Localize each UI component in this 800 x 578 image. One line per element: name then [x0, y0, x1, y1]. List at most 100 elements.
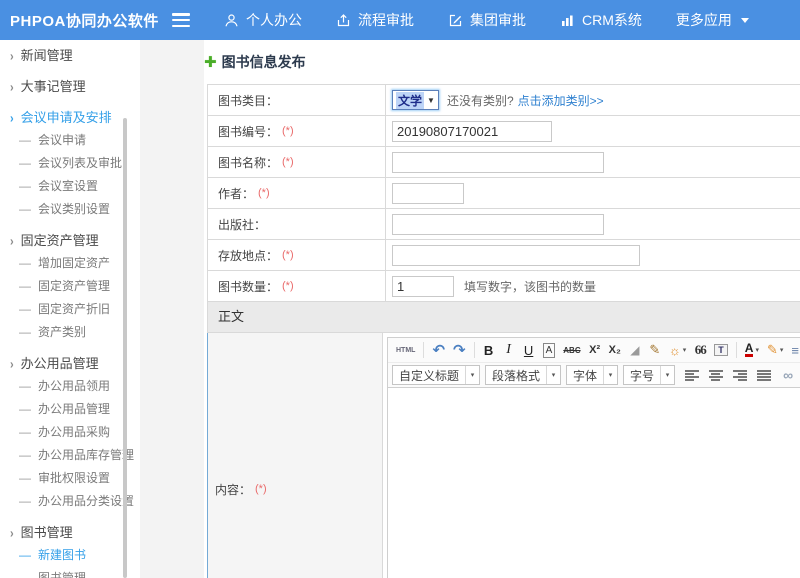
bold-button[interactable]: B	[480, 340, 498, 360]
sidebar-item[interactable]: —办公用品采购	[0, 421, 140, 444]
sidebar-group-label: 会议申请及安排	[21, 110, 112, 125]
category-select[interactable]: 文学▼	[392, 90, 439, 110]
location-input[interactable]	[392, 245, 640, 266]
redo-button[interactable]: ↷	[450, 340, 469, 360]
sidebar-item[interactable]: —增加固定资产	[0, 252, 140, 275]
nav-crm-system[interactable]: CRM系统	[560, 10, 642, 30]
sidebar-item[interactable]: —办公用品分类设置	[0, 490, 140, 513]
fill-color-button[interactable]: ☼▾	[666, 340, 689, 360]
sidebar-item[interactable]: —办公用品领用	[0, 375, 140, 398]
selected-option: 文学	[396, 92, 424, 109]
sidebar-item[interactable]: —审批权限设置	[0, 467, 140, 490]
dash-icon: —	[19, 571, 31, 578]
align-justify-button[interactable]	[754, 365, 774, 385]
sidebar-item[interactable]: —资产类别	[0, 321, 140, 344]
format-painter-button[interactable]: ✎	[646, 340, 664, 360]
sidebar-group-item[interactable]: ›大事记管理	[0, 75, 140, 98]
field-label: 作者：	[218, 185, 254, 202]
publisher-input[interactable]	[392, 214, 604, 235]
topbar-nav: 个人办公 流程审批 集团审批 CRM系统 更多应用	[224, 10, 749, 30]
italic-button[interactable]: I	[500, 340, 518, 360]
nav-more-apps[interactable]: 更多应用	[676, 10, 749, 30]
hilite-color-button[interactable]: ✎▾	[764, 340, 786, 360]
sidebar-item[interactable]: — 会议室设置	[0, 175, 140, 198]
custom-title-select[interactable]: 自定义标题▾	[392, 365, 480, 385]
hamburger-menu-icon[interactable]	[172, 13, 190, 27]
align-right-button[interactable]	[730, 365, 750, 385]
sidebar-group-item[interactable]: ›办公用品管理	[0, 352, 140, 375]
sidebar-item[interactable]: —会议列表及审批	[0, 152, 140, 175]
sidebar-group-item[interactable]: ›会议申请及安排	[0, 106, 140, 129]
sidebar-item[interactable]: —办公用品库存管理	[0, 444, 140, 467]
add-category-link[interactable]: 点击添加类别>>	[518, 92, 604, 109]
font-style-button[interactable]: A	[540, 340, 559, 360]
paste-plain-button[interactable]: T	[711, 340, 731, 360]
nav-personal-office[interactable]: 个人办公	[224, 10, 302, 30]
sidebar-scrollbar[interactable]	[123, 118, 127, 578]
sidebar-group-item[interactable]: ›图书管理	[0, 521, 140, 544]
font-size-select[interactable]: 字号▾	[623, 365, 675, 385]
quantity-input[interactable]	[392, 276, 454, 297]
content-label-cell: 内容： (*)	[208, 333, 383, 578]
toolbar-separator	[423, 342, 424, 358]
field-control-cell	[386, 178, 800, 208]
align-left-button[interactable]	[682, 365, 702, 385]
subscript-button[interactable]: X₂	[606, 340, 624, 360]
form-row: 图书编号：(*)	[208, 116, 800, 147]
edit-square-icon	[448, 13, 463, 28]
sidebar-item-label: 会议室设置	[38, 179, 98, 193]
superscript-button[interactable]: X²	[586, 340, 604, 360]
strikethrough-button[interactable]: ABC	[560, 340, 583, 360]
remove-format-icon: ◢	[630, 343, 639, 357]
sidebar-group-label: 新闻管理	[21, 48, 73, 63]
author-input[interactable]	[392, 183, 464, 204]
required-marker: (*)	[282, 125, 294, 137]
caret-down-icon: ▾	[683, 346, 687, 354]
sidebar-group-item[interactable]: ›新闻管理	[0, 44, 140, 67]
dash-icon: —	[19, 379, 31, 393]
hilite-color-icon: ✎	[767, 342, 778, 358]
underline-button[interactable]: U	[520, 340, 538, 360]
sidebar-item[interactable]: —固定资产折旧	[0, 298, 140, 321]
sidebar-item[interactable]: —固定资产管理	[0, 275, 140, 298]
font-color-button[interactable]: A▾	[742, 340, 762, 360]
sidebar-item[interactable]: —会议申请	[0, 129, 140, 152]
caret-down-icon: ▾	[603, 366, 617, 384]
flow-icon	[336, 13, 351, 28]
link-button[interactable]: ∞	[778, 365, 798, 385]
ordered-list-button[interactable]: ≡▾	[788, 340, 800, 360]
sidebar-item[interactable]: —图书管理	[0, 567, 140, 578]
align-center-button[interactable]	[706, 365, 726, 385]
paragraph-format-select[interactable]: 段落格式▾	[485, 365, 561, 385]
dash-icon: —	[19, 179, 31, 193]
field-label-cell: 作者：(*)	[208, 178, 386, 208]
content-panel: ✚ 图书信息发布 图书类目：文学▼还没有类别?点击添加类别>>图书编号：(*)图…	[204, 40, 800, 578]
required-marker: (*)	[282, 280, 294, 292]
chevron-right-icon: ›	[10, 229, 14, 257]
book-no-input[interactable]	[392, 121, 552, 142]
sidebar-item-label: 增加固定资产	[38, 256, 110, 270]
nav-label: 更多应用	[676, 10, 732, 30]
field-control-cell	[386, 209, 800, 239]
blockquote-button[interactable]: 66	[691, 340, 709, 360]
remove-format-button[interactable]: ◢	[626, 340, 644, 360]
font-family-select[interactable]: 字体▾	[566, 365, 618, 385]
source-code-button[interactable]: HTML	[393, 340, 418, 360]
sidebar: ›新闻管理›大事记管理›会议申请及安排—会议申请—会议列表及审批—会议室设置—会…	[0, 40, 140, 578]
nav-group-approval[interactable]: 集团审批	[448, 10, 526, 30]
undo-button[interactable]: ↶	[429, 340, 448, 360]
user-icon	[224, 13, 239, 28]
dash-icon: —	[19, 471, 31, 485]
sidebar-item-label: 固定资产管理	[38, 279, 110, 293]
sidebar-item[interactable]: —办公用品管理	[0, 398, 140, 421]
chevron-right-icon: ›	[10, 44, 14, 72]
field-control-cell: 填写数字，该图书的数量	[386, 271, 800, 301]
sidebar-group-item[interactable]: ›固定资产管理	[0, 229, 140, 252]
nav-workflow-approval[interactable]: 流程审批	[336, 10, 414, 30]
field-control-cell	[386, 147, 800, 177]
main-area: ✚ 图书信息发布 图书类目：文学▼还没有类别?点击添加类别>>图书编号：(*)图…	[140, 40, 800, 578]
book-name-input[interactable]	[392, 152, 604, 173]
sidebar-item[interactable]: —会议类别设置	[0, 198, 140, 221]
sidebar-item[interactable]: —新建图书	[0, 544, 140, 567]
editor-canvas[interactable]	[388, 388, 800, 578]
